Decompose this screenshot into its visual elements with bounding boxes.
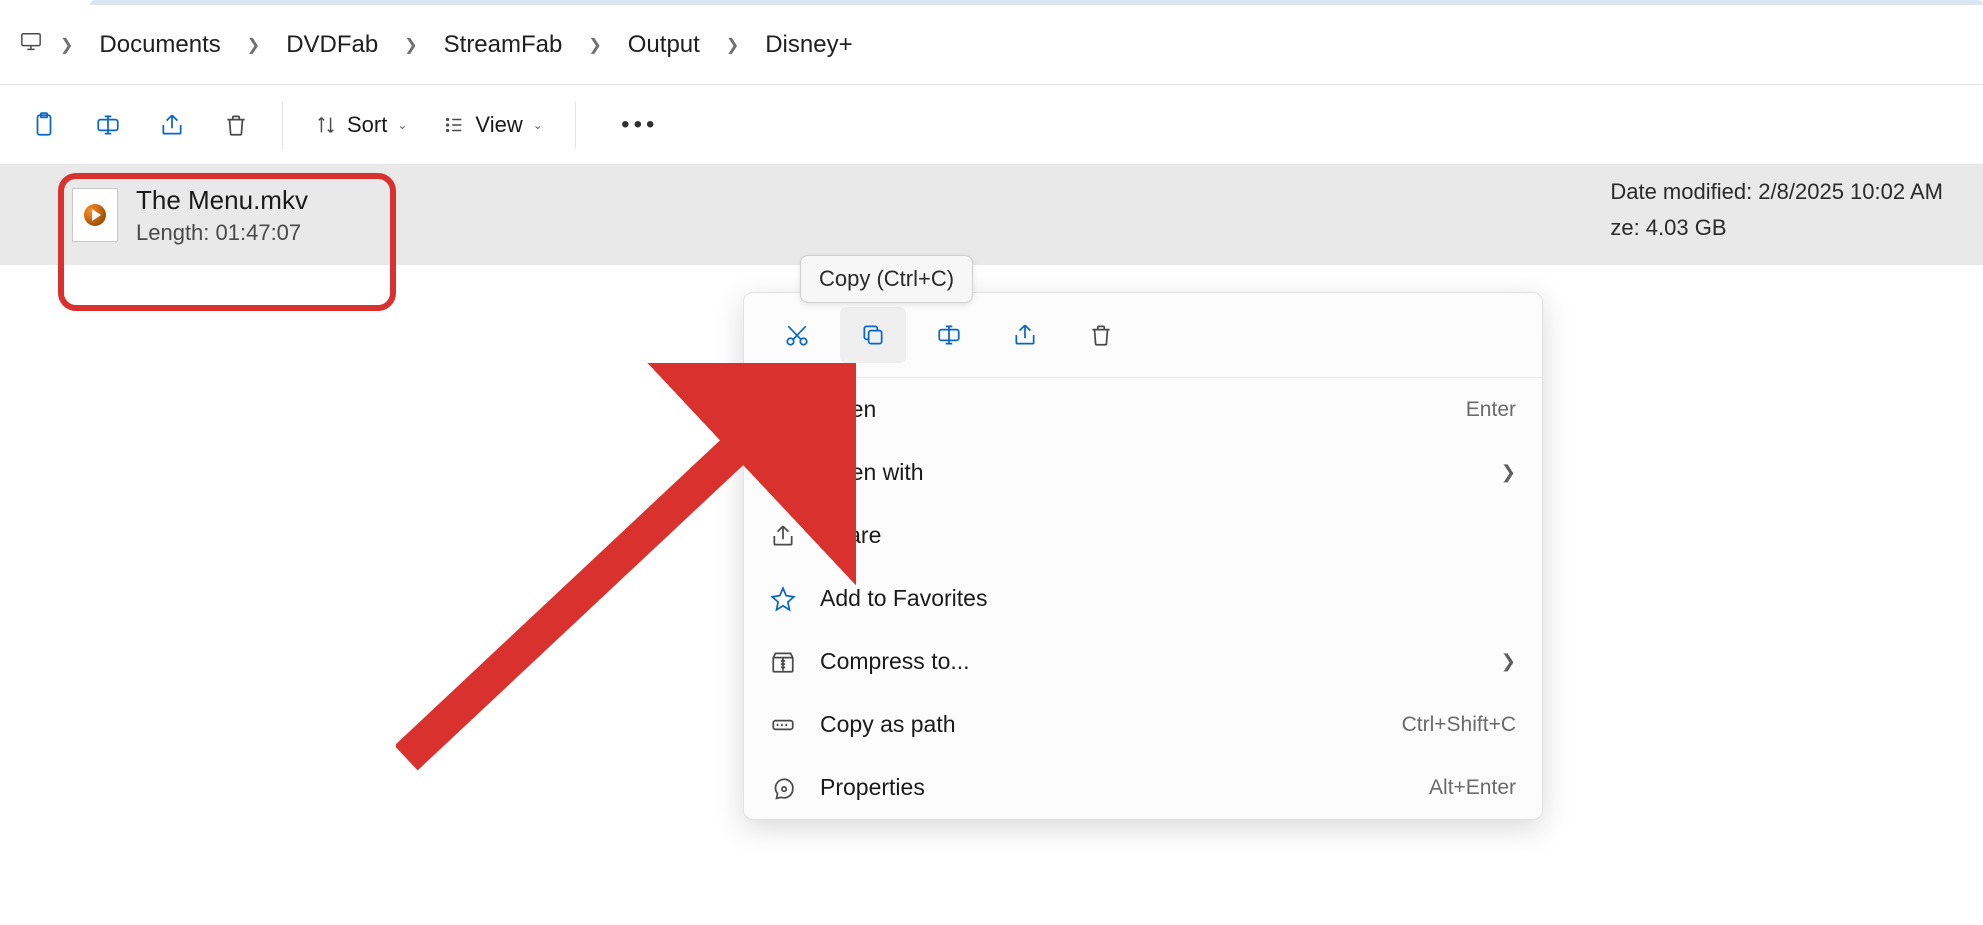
ctx-props-shortcut: Alt+Enter: [1429, 776, 1516, 800]
context-menu: Open Enter Open with ❯ Share Add to Favo…: [743, 292, 1543, 820]
file-size: ze: 4.03 GB: [1610, 215, 1943, 241]
ctx-compress[interactable]: Compress to... ❯: [744, 630, 1542, 693]
delete-context-button[interactable]: [1068, 307, 1134, 363]
copy-button[interactable]: [840, 307, 906, 363]
ctx-open[interactable]: Open Enter: [744, 378, 1542, 441]
video-file-icon: [72, 188, 118, 242]
crumb-dvdfab[interactable]: DVDFab: [276, 25, 388, 65]
ctx-share-label: Share: [820, 522, 1516, 549]
ctx-openwith-label: Open with: [820, 459, 1477, 486]
ctx-copypath-label: Copy as path: [820, 711, 1378, 738]
ctx-fav-label: Add to Favorites: [820, 585, 1516, 612]
share-context-button[interactable]: [992, 307, 1058, 363]
context-icon-row: [744, 293, 1542, 378]
chevron-right-icon[interactable]: ❯: [245, 35, 262, 55]
crumb-documents[interactable]: Documents: [89, 25, 230, 65]
sort-label: Sort: [347, 112, 387, 138]
crumb-output[interactable]: Output: [618, 25, 710, 65]
rename-context-button[interactable]: [916, 307, 982, 363]
chevron-right-icon: ❯: [1501, 462, 1516, 483]
sort-button[interactable]: Sort ⌄: [299, 97, 423, 153]
ctx-open-label: Open: [820, 396, 1442, 423]
more-button[interactable]: •••: [610, 97, 670, 153]
file-length: Length: 01:47:07: [136, 220, 308, 246]
ctx-open-with[interactable]: Open with ❯: [744, 441, 1542, 504]
file-date-modified: Date modified: 2/8/2025 10:02 AM: [1610, 179, 1943, 205]
delete-button[interactable]: [206, 97, 266, 153]
chevron-down-icon: ⌄: [397, 118, 407, 132]
ctx-props-label: Properties: [820, 774, 1405, 801]
chevron-right-icon[interactable]: ❯: [724, 35, 741, 55]
tooltip-copy: Copy (Ctrl+C): [800, 255, 973, 303]
chevron-right-icon[interactable]: ❯: [58, 35, 75, 55]
crumb-streamfab[interactable]: StreamFab: [434, 25, 573, 65]
chevron-right-icon: ❯: [1501, 651, 1516, 672]
toolbar-separator: [575, 101, 576, 149]
ctx-copypath-shortcut: Ctrl+Shift+C: [1402, 713, 1516, 737]
view-label: View: [475, 112, 522, 138]
rename-button[interactable]: [78, 97, 138, 153]
this-pc-icon[interactable]: [18, 31, 44, 59]
view-button[interactable]: View ⌄: [427, 97, 558, 153]
ctx-copy-path[interactable]: Copy as path Ctrl+Shift+C: [744, 693, 1542, 756]
ctx-favorites[interactable]: Add to Favorites: [744, 567, 1542, 630]
ctx-compress-label: Compress to...: [820, 648, 1477, 675]
ctx-properties[interactable]: Properties Alt+Enter: [744, 756, 1542, 819]
share-button[interactable]: [142, 97, 202, 153]
toolbar: Sort ⌄ View ⌄ •••: [0, 85, 1983, 165]
chevron-right-icon[interactable]: ❯: [586, 35, 603, 55]
cut-button[interactable]: [764, 307, 830, 363]
toolbar-separator: [282, 101, 283, 149]
ctx-share[interactable]: Share: [744, 504, 1542, 567]
crumb-disney[interactable]: Disney+: [755, 25, 862, 65]
chevron-down-icon: ⌄: [533, 118, 543, 132]
breadcrumb[interactable]: ❯ Documents ❯ DVDFab ❯ StreamFab ❯ Outpu…: [0, 5, 1983, 85]
file-name: The Menu.mkv: [136, 185, 308, 216]
chevron-right-icon[interactable]: ❯: [402, 35, 419, 55]
ctx-open-shortcut: Enter: [1466, 398, 1516, 422]
paste-button[interactable]: [14, 97, 74, 153]
file-row[interactable]: The Menu.mkv Length: 01:47:07 Date modif…: [0, 165, 1983, 265]
